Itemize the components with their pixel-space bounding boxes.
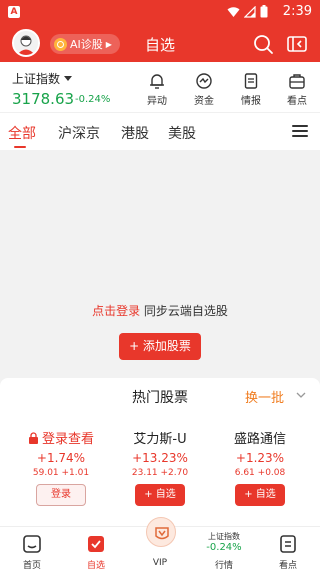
index-value: 3178.63 <box>12 90 75 108</box>
stock-change: +1.01 <box>61 468 90 478</box>
stock-price-row: 6.61 +0.08 <box>207 468 313 478</box>
import-watchlist-icon[interactable] <box>286 33 308 55</box>
nav-home[interactable]: 首页 <box>0 527 64 571</box>
ai-diagnosis-button[interactable]: AI诊股 ▶ <box>50 34 120 54</box>
stock-name: 盛路通信 <box>233 432 286 447</box>
quick-action-label: 看点 <box>287 96 307 107</box>
quick-action-intel[interactable]: 情报 <box>231 72 271 107</box>
lock-icon <box>28 431 38 444</box>
stock-card[interactable]: 艾力斯-U +13.23% 23.11 +2.70 + 自选 <box>107 428 213 506</box>
ai-diagnosis-label: AI诊股 <box>70 38 103 51</box>
index-name: 上证指数 <box>12 72 61 86</box>
stock-name: 登录查看 <box>8 428 114 447</box>
stock-change-pct: +1.23% <box>235 451 285 465</box>
market-index-bar: 上证指数 3178.63 -0.24% 异动 资金 情报 看点 <box>0 62 320 112</box>
stock-card[interactable]: 盛路通信 +1.23% 6.61 +0.08 + 自选 <box>207 428 313 506</box>
market-tabs: 全部 沪深京 港股 美股 <box>0 112 320 150</box>
refresh-batch-button[interactable]: 换一批 <box>245 387 284 406</box>
quick-action-label: 情报 <box>241 96 261 107</box>
add-stock-button[interactable]: + 添加股票 <box>119 333 201 360</box>
home-icon <box>23 535 41 553</box>
avatar[interactable] <box>12 29 40 57</box>
app-header: AI诊股 ▶ 自选 <box>0 26 320 62</box>
quick-action-alerts[interactable]: 异动 <box>137 72 177 107</box>
tab-all[interactable]: 全部 <box>8 123 36 143</box>
index-change: -0.24% <box>75 94 111 105</box>
login-link[interactable]: 点击登录 <box>92 304 140 318</box>
quick-action-label: 资金 <box>194 96 214 107</box>
quick-action-highlights[interactable]: 看点 <box>277 72 317 107</box>
status-time: 2:39 <box>282 4 312 19</box>
status-icons <box>227 5 268 18</box>
chevron-down-icon[interactable] <box>296 390 306 400</box>
stock-name-label: 登录查看 <box>41 432 94 447</box>
search-icon[interactable] <box>252 33 274 55</box>
quick-action-label: 异动 <box>147 96 167 107</box>
active-tab-indicator <box>14 146 26 148</box>
cellular-signal-icon <box>244 5 256 18</box>
stock-change-pct: +13.23% <box>132 451 188 465</box>
mini-index-name: 上证指数 <box>208 532 240 541</box>
stock-price: 59.01 <box>32 468 59 478</box>
fund-flow-icon <box>196 73 212 89</box>
tab-hk-stocks[interactable]: 港股 <box>121 123 149 143</box>
index-selector[interactable]: 上证指数 <box>12 70 73 87</box>
nav-market[interactable]: 上证指数 -0.24% 行情 <box>192 527 256 571</box>
battery-icon <box>260 5 268 18</box>
tab-us-stocks[interactable]: 美股 <box>168 123 196 143</box>
nav-vip-label: VIP <box>152 558 168 568</box>
add-to-watchlist-button[interactable]: + 自选 <box>135 484 185 506</box>
vip-badge[interactable] <box>146 517 176 547</box>
stock-change-pct: +1.74% <box>36 451 86 465</box>
ai-icon <box>54 37 67 51</box>
sync-prompt: 点击登录 同步云端自选股 <box>0 302 320 319</box>
hot-stocks-panel: 热门股票 换一批 登录查看 +1.74% 59.01 +1.01 登录 艾力斯-… <box>0 378 320 526</box>
nav-highlights[interactable]: 看点 <box>256 527 320 571</box>
default-avatar-icon <box>14 31 38 55</box>
status-bar: A 2:39 <box>0 0 320 26</box>
stock-change: +0.08 <box>257 468 286 478</box>
nav-home-label: 首页 <box>22 561 41 571</box>
stock-card[interactable]: 登录查看 +1.74% 59.01 +1.01 登录 <box>8 428 114 506</box>
stock-price-row: 59.01 +1.01 <box>8 468 114 478</box>
nav-market-label: 行情 <box>214 561 233 571</box>
stock-price-row: 23.11 +2.70 <box>107 468 213 478</box>
document-icon <box>244 73 258 89</box>
tab-a-shares[interactable]: 沪深京 <box>58 123 100 143</box>
mini-index-value: -0.24% <box>206 542 242 553</box>
nav-highlights-label: 看点 <box>278 561 297 571</box>
app-notification-icon: A <box>8 6 20 18</box>
add-to-watchlist-button[interactable]: + 自选 <box>235 484 285 506</box>
sync-text: 同步云端自选股 <box>143 304 228 318</box>
briefcase-icon <box>289 74 305 89</box>
stock-name: 艾力斯-U <box>133 432 187 447</box>
highlights-icon <box>280 535 296 553</box>
wifi-icon <box>227 6 240 17</box>
caret-down-icon <box>64 76 73 81</box>
menu-icon[interactable] <box>292 125 308 139</box>
stock-price: 23.11 <box>131 468 158 478</box>
vip-crown-icon <box>155 527 169 540</box>
play-arrow-icon: ▶ <box>105 39 112 49</box>
login-button[interactable]: 登录 <box>36 484 86 506</box>
bell-icon <box>150 74 164 89</box>
quick-action-funds[interactable]: 资金 <box>184 72 224 107</box>
nav-watchlist[interactable]: 自选 <box>64 527 128 571</box>
stock-price: 6.61 <box>234 468 255 478</box>
watchlist-icon <box>88 536 104 552</box>
stock-change: +2.70 <box>160 468 189 478</box>
nav-watchlist-label: 自选 <box>86 561 105 571</box>
